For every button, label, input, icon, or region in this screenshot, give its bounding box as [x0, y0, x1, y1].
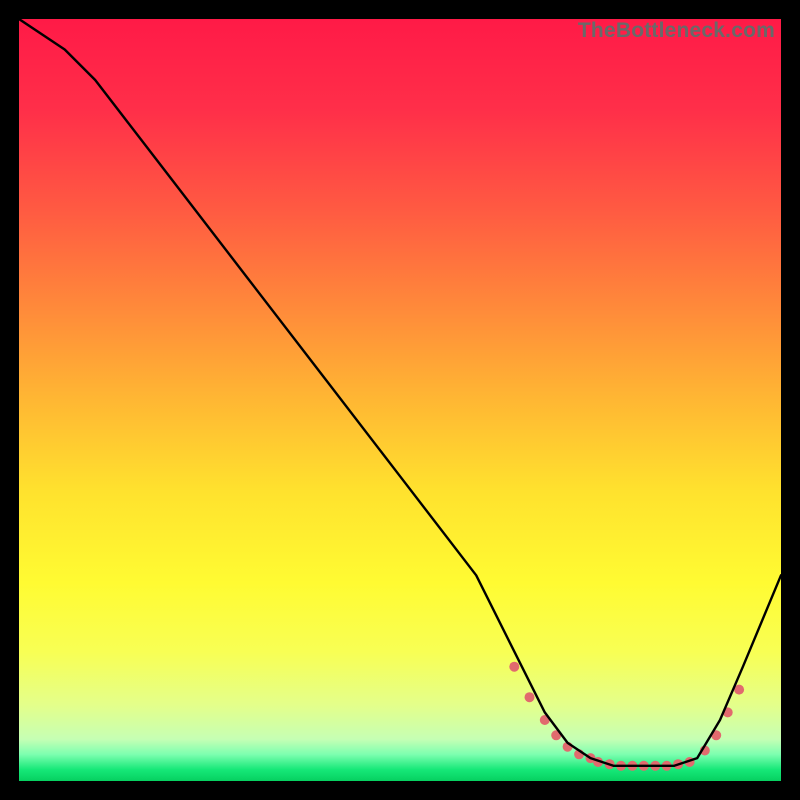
highlight-dot	[509, 662, 519, 672]
curve-layer	[19, 19, 781, 781]
chart-frame: TheBottleneck.com	[0, 0, 800, 800]
watermark-text: TheBottleneck.com	[578, 19, 775, 43]
highlight-dot	[525, 692, 535, 702]
bottleneck-curve	[19, 19, 781, 766]
plot-area: TheBottleneck.com	[19, 19, 781, 781]
highlight-dots	[509, 662, 744, 771]
